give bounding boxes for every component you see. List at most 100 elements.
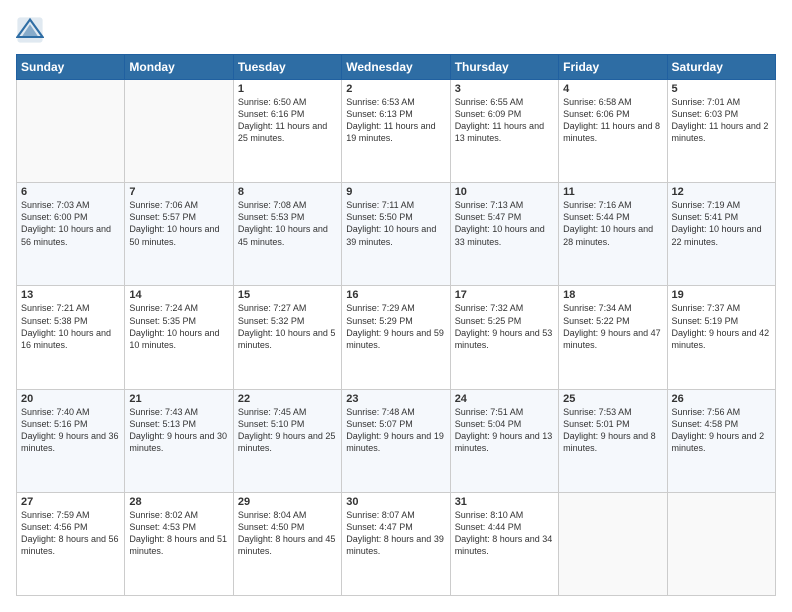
calendar-cell: 9Sunrise: 7:11 AM Sunset: 5:50 PM Daylig… [342, 183, 450, 286]
day-number: 20 [21, 393, 120, 405]
day-info: Sunrise: 6:53 AM Sunset: 6:13 PM Dayligh… [346, 96, 445, 145]
day-number: 13 [21, 289, 120, 301]
calendar-cell: 14Sunrise: 7:24 AM Sunset: 5:35 PM Dayli… [125, 286, 233, 389]
day-info: Sunrise: 7:24 AM Sunset: 5:35 PM Dayligh… [129, 302, 228, 351]
day-info: Sunrise: 7:08 AM Sunset: 5:53 PM Dayligh… [238, 199, 337, 248]
calendar-row-0: 1Sunrise: 6:50 AM Sunset: 6:16 PM Daylig… [17, 80, 776, 183]
day-info: Sunrise: 7:37 AM Sunset: 5:19 PM Dayligh… [672, 302, 771, 351]
calendar-cell: 23Sunrise: 7:48 AM Sunset: 5:07 PM Dayli… [342, 389, 450, 492]
day-number: 24 [455, 393, 554, 405]
day-info: Sunrise: 6:58 AM Sunset: 6:06 PM Dayligh… [563, 96, 662, 145]
day-number: 9 [346, 186, 445, 198]
day-number: 18 [563, 289, 662, 301]
calendar-cell: 4Sunrise: 6:58 AM Sunset: 6:06 PM Daylig… [559, 80, 667, 183]
day-info: Sunrise: 7:34 AM Sunset: 5:22 PM Dayligh… [563, 302, 662, 351]
day-number: 11 [563, 186, 662, 198]
calendar-row-3: 20Sunrise: 7:40 AM Sunset: 5:16 PM Dayli… [17, 389, 776, 492]
day-info: Sunrise: 7:45 AM Sunset: 5:10 PM Dayligh… [238, 406, 337, 455]
calendar-cell: 30Sunrise: 8:07 AM Sunset: 4:47 PM Dayli… [342, 492, 450, 595]
day-number: 30 [346, 496, 445, 508]
day-number: 8 [238, 186, 337, 198]
calendar-table: SundayMondayTuesdayWednesdayThursdayFrid… [16, 54, 776, 596]
calendar-cell [559, 492, 667, 595]
calendar-cell: 7Sunrise: 7:06 AM Sunset: 5:57 PM Daylig… [125, 183, 233, 286]
day-number: 28 [129, 496, 228, 508]
calendar-cell: 2Sunrise: 6:53 AM Sunset: 6:13 PM Daylig… [342, 80, 450, 183]
calendar-cell: 24Sunrise: 7:51 AM Sunset: 5:04 PM Dayli… [450, 389, 558, 492]
day-info: Sunrise: 7:43 AM Sunset: 5:13 PM Dayligh… [129, 406, 228, 455]
day-info: Sunrise: 7:16 AM Sunset: 5:44 PM Dayligh… [563, 199, 662, 248]
day-info: Sunrise: 7:56 AM Sunset: 4:58 PM Dayligh… [672, 406, 771, 455]
day-info: Sunrise: 7:40 AM Sunset: 5:16 PM Dayligh… [21, 406, 120, 455]
day-number: 31 [455, 496, 554, 508]
day-info: Sunrise: 8:04 AM Sunset: 4:50 PM Dayligh… [238, 509, 337, 558]
calendar-cell: 6Sunrise: 7:03 AM Sunset: 6:00 PM Daylig… [17, 183, 125, 286]
calendar-cell: 29Sunrise: 8:04 AM Sunset: 4:50 PM Dayli… [233, 492, 341, 595]
calendar-cell: 5Sunrise: 7:01 AM Sunset: 6:03 PM Daylig… [667, 80, 775, 183]
day-number: 29 [238, 496, 337, 508]
day-number: 4 [563, 83, 662, 95]
day-info: Sunrise: 7:19 AM Sunset: 5:41 PM Dayligh… [672, 199, 771, 248]
calendar-row-2: 13Sunrise: 7:21 AM Sunset: 5:38 PM Dayli… [17, 286, 776, 389]
day-number: 14 [129, 289, 228, 301]
day-info: Sunrise: 8:02 AM Sunset: 4:53 PM Dayligh… [129, 509, 228, 558]
day-number: 16 [346, 289, 445, 301]
calendar-cell: 13Sunrise: 7:21 AM Sunset: 5:38 PM Dayli… [17, 286, 125, 389]
calendar-cell [667, 492, 775, 595]
day-info: Sunrise: 7:11 AM Sunset: 5:50 PM Dayligh… [346, 199, 445, 248]
day-info: Sunrise: 7:01 AM Sunset: 6:03 PM Dayligh… [672, 96, 771, 145]
day-number: 21 [129, 393, 228, 405]
logo-icon [16, 16, 44, 44]
day-info: Sunrise: 6:55 AM Sunset: 6:09 PM Dayligh… [455, 96, 554, 145]
day-number: 7 [129, 186, 228, 198]
day-number: 26 [672, 393, 771, 405]
day-info: Sunrise: 7:27 AM Sunset: 5:32 PM Dayligh… [238, 302, 337, 351]
calendar-row-1: 6Sunrise: 7:03 AM Sunset: 6:00 PM Daylig… [17, 183, 776, 286]
calendar-row-4: 27Sunrise: 7:59 AM Sunset: 4:56 PM Dayli… [17, 492, 776, 595]
calendar-body: 1Sunrise: 6:50 AM Sunset: 6:16 PM Daylig… [17, 80, 776, 596]
calendar-cell: 15Sunrise: 7:27 AM Sunset: 5:32 PM Dayli… [233, 286, 341, 389]
calendar-cell: 22Sunrise: 7:45 AM Sunset: 5:10 PM Dayli… [233, 389, 341, 492]
calendar-cell: 10Sunrise: 7:13 AM Sunset: 5:47 PM Dayli… [450, 183, 558, 286]
day-info: Sunrise: 7:03 AM Sunset: 6:00 PM Dayligh… [21, 199, 120, 248]
day-number: 27 [21, 496, 120, 508]
page: SundayMondayTuesdayWednesdayThursdayFrid… [0, 0, 792, 612]
day-info: Sunrise: 7:29 AM Sunset: 5:29 PM Dayligh… [346, 302, 445, 351]
day-info: Sunrise: 8:07 AM Sunset: 4:47 PM Dayligh… [346, 509, 445, 558]
day-info: Sunrise: 6:50 AM Sunset: 6:16 PM Dayligh… [238, 96, 337, 145]
calendar-cell: 26Sunrise: 7:56 AM Sunset: 4:58 PM Dayli… [667, 389, 775, 492]
calendar-cell: 3Sunrise: 6:55 AM Sunset: 6:09 PM Daylig… [450, 80, 558, 183]
day-info: Sunrise: 7:21 AM Sunset: 5:38 PM Dayligh… [21, 302, 120, 351]
day-number: 2 [346, 83, 445, 95]
day-number: 3 [455, 83, 554, 95]
day-number: 1 [238, 83, 337, 95]
weekday-header-friday: Friday [559, 55, 667, 80]
day-info: Sunrise: 7:06 AM Sunset: 5:57 PM Dayligh… [129, 199, 228, 248]
weekday-header-wednesday: Wednesday [342, 55, 450, 80]
weekday-header-thursday: Thursday [450, 55, 558, 80]
weekday-header-saturday: Saturday [667, 55, 775, 80]
day-number: 15 [238, 289, 337, 301]
day-number: 19 [672, 289, 771, 301]
calendar-cell: 16Sunrise: 7:29 AM Sunset: 5:29 PM Dayli… [342, 286, 450, 389]
day-number: 22 [238, 393, 337, 405]
day-number: 10 [455, 186, 554, 198]
calendar-cell [125, 80, 233, 183]
day-number: 23 [346, 393, 445, 405]
calendar-cell: 1Sunrise: 6:50 AM Sunset: 6:16 PM Daylig… [233, 80, 341, 183]
header [16, 16, 776, 44]
day-number: 5 [672, 83, 771, 95]
logo [16, 16, 48, 44]
calendar-cell: 27Sunrise: 7:59 AM Sunset: 4:56 PM Dayli… [17, 492, 125, 595]
day-number: 6 [21, 186, 120, 198]
day-info: Sunrise: 8:10 AM Sunset: 4:44 PM Dayligh… [455, 509, 554, 558]
day-info: Sunrise: 7:13 AM Sunset: 5:47 PM Dayligh… [455, 199, 554, 248]
calendar-cell [17, 80, 125, 183]
calendar-cell: 25Sunrise: 7:53 AM Sunset: 5:01 PM Dayli… [559, 389, 667, 492]
weekday-header-sunday: Sunday [17, 55, 125, 80]
day-info: Sunrise: 7:48 AM Sunset: 5:07 PM Dayligh… [346, 406, 445, 455]
day-number: 25 [563, 393, 662, 405]
calendar-cell: 19Sunrise: 7:37 AM Sunset: 5:19 PM Dayli… [667, 286, 775, 389]
calendar-cell: 8Sunrise: 7:08 AM Sunset: 5:53 PM Daylig… [233, 183, 341, 286]
calendar-cell: 21Sunrise: 7:43 AM Sunset: 5:13 PM Dayli… [125, 389, 233, 492]
